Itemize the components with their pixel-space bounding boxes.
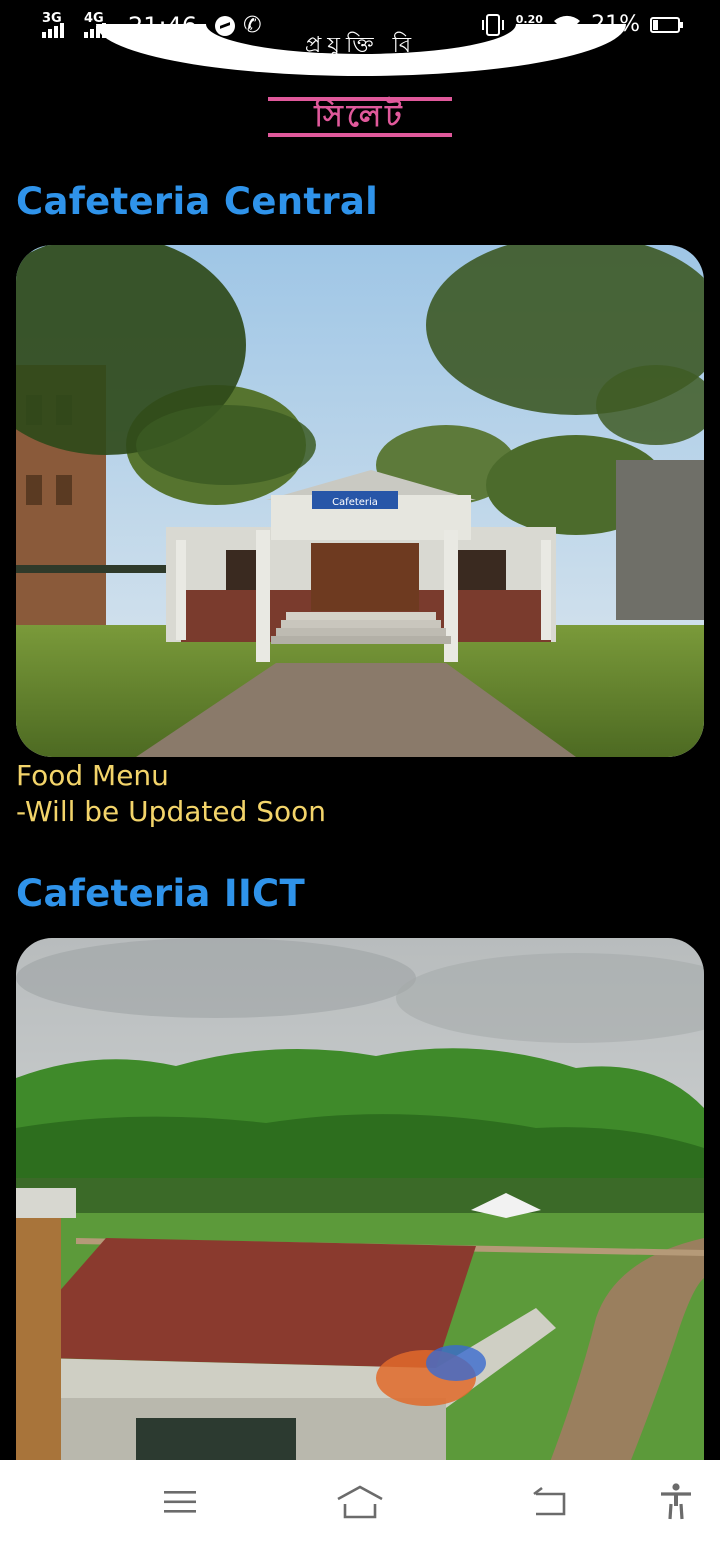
messenger-icon bbox=[215, 16, 236, 36]
section-title-cafeteria-central: Cafeteria Central bbox=[16, 180, 379, 223]
cafeteria-iict-photo bbox=[16, 938, 704, 1498]
back-icon bbox=[533, 1486, 566, 1516]
network-speed: 0.20 KB/s bbox=[516, 14, 543, 36]
wifi-icon bbox=[554, 15, 581, 34]
photo-sign-text: Cafeteria bbox=[332, 497, 378, 508]
speed-unit: KB/s bbox=[515, 23, 544, 37]
status-bar: 3G 4G 21:46 ✆ 0.20 KB/s 21% bbox=[0, 0, 720, 56]
speed-value: 0.20 bbox=[515, 12, 543, 26]
menu-button[interactable] bbox=[150, 1478, 210, 1526]
logo-wordmark: সিলেট bbox=[268, 97, 452, 137]
call-icon: ✆ bbox=[243, 13, 262, 38]
cafeteria-central-photo: Cafeteria bbox=[16, 245, 704, 757]
cafeteria-iict-image bbox=[16, 938, 704, 1498]
food-menu-status: -Will be Updated Soon bbox=[16, 795, 327, 828]
system-nav-bar bbox=[0, 1460, 720, 1544]
accessibility-button[interactable] bbox=[646, 1478, 706, 1526]
food-menu-label: Food Menu bbox=[16, 759, 169, 792]
home-icon bbox=[337, 1485, 383, 1519]
signal-3g-icon: 3G bbox=[42, 12, 76, 40]
cafeteria-central-image: Cafeteria bbox=[16, 245, 704, 757]
back-button[interactable] bbox=[520, 1478, 580, 1526]
status-left: 3G 4G 21:46 ✆ bbox=[42, 12, 262, 40]
section-title-cafeteria-iict: Cafeteria IICT bbox=[16, 872, 305, 915]
vibrate-icon bbox=[481, 13, 504, 36]
clock: 21:46 bbox=[128, 12, 198, 40]
menu-icon bbox=[164, 1491, 196, 1513]
home-button[interactable] bbox=[330, 1478, 390, 1526]
battery-fill bbox=[653, 19, 658, 30]
signal-4g-icon: 4G bbox=[84, 12, 118, 40]
battery-icon bbox=[650, 16, 683, 33]
battery-percent: 21% bbox=[591, 12, 640, 37]
screen: 3G 4G 21:46 ✆ 0.20 KB/s 21% প্রযুক্তি বি… bbox=[0, 0, 720, 1544]
status-right: 0.20 KB/s 21% bbox=[481, 12, 683, 37]
accessibility-icon bbox=[661, 1483, 691, 1520]
